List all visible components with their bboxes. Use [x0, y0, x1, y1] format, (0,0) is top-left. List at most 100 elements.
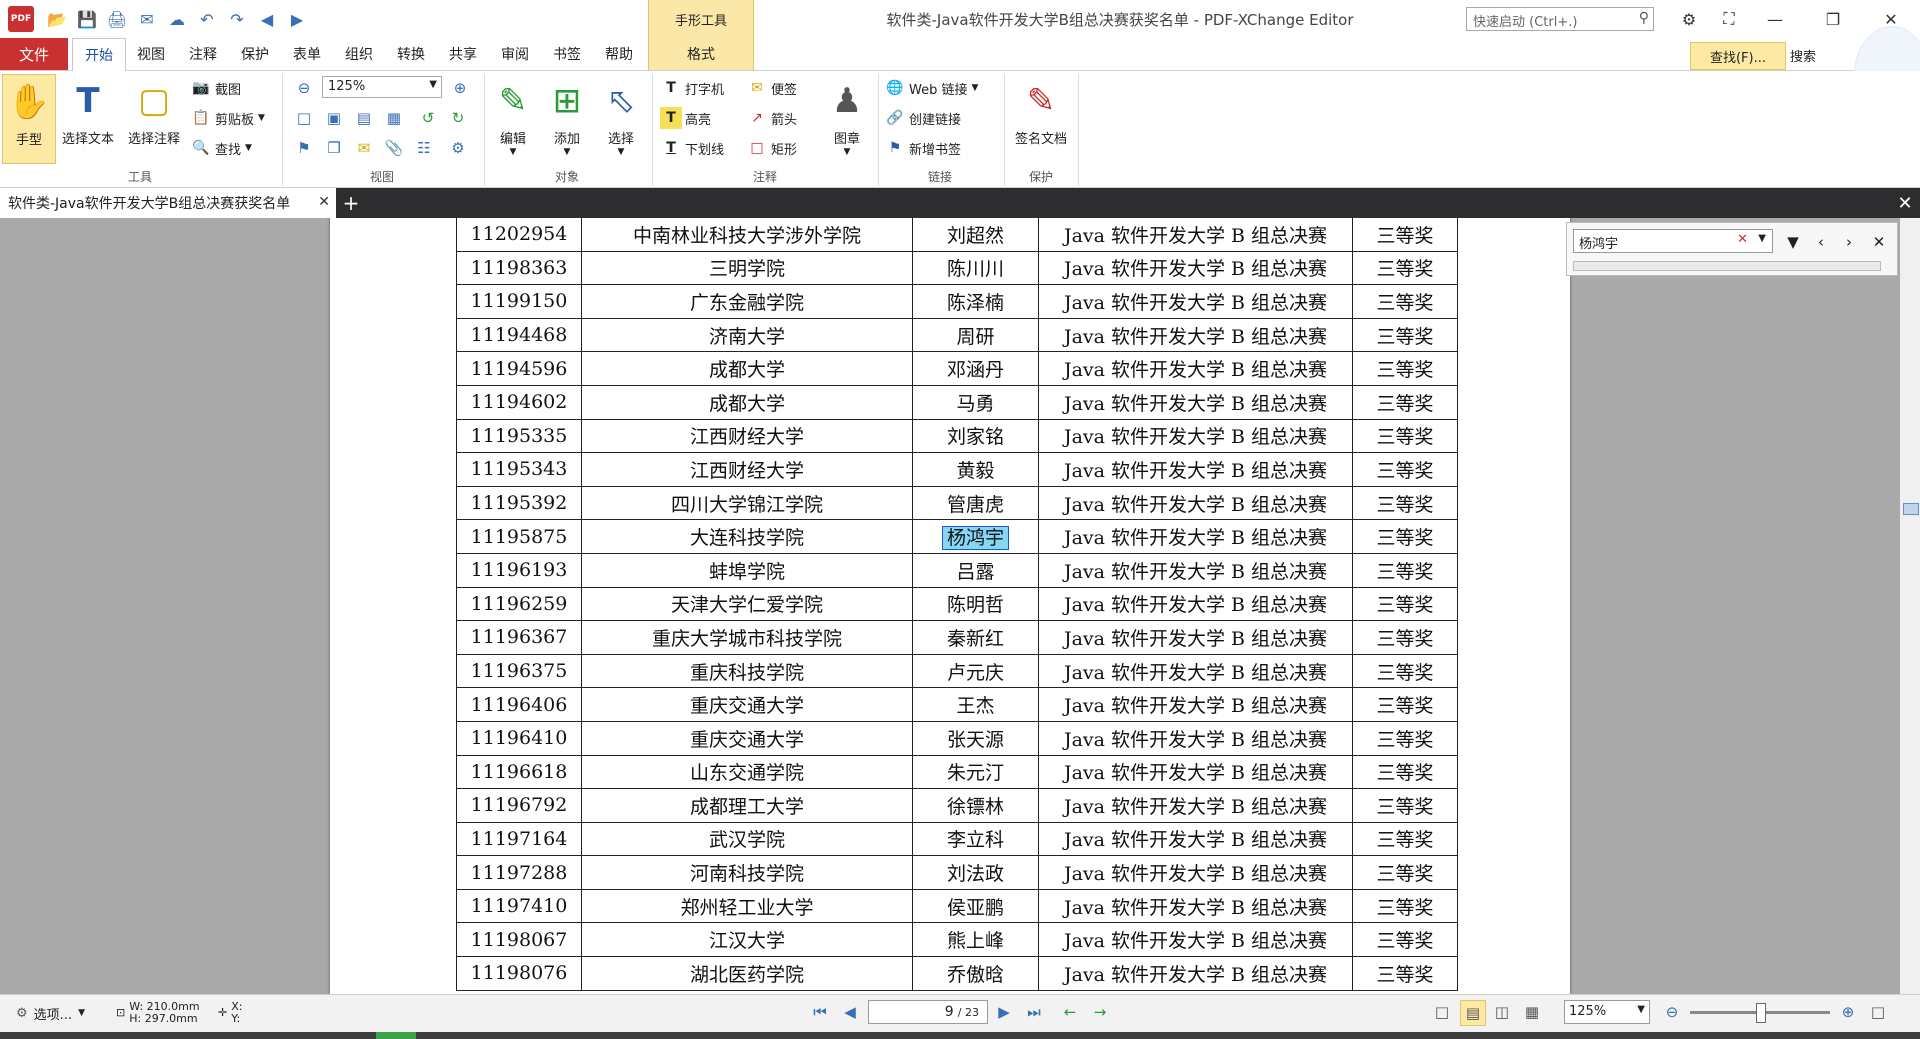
new-tab-icon[interactable]: + [338, 190, 364, 216]
rotate-right-icon[interactable]: ↻ [446, 106, 470, 130]
attachment-icon[interactable]: 📎 [382, 136, 406, 160]
last-page-icon[interactable]: ⏭ [1022, 1000, 1046, 1024]
forward-icon[interactable]: ▶ [284, 7, 310, 31]
zoom-in-icon[interactable]: ⊕ [1836, 1000, 1860, 1024]
scan-icon[interactable]: ☁ [164, 7, 190, 31]
close-find-icon[interactable]: ✕ [1867, 231, 1891, 253]
bookmark-icon[interactable]: ⚑ [292, 136, 316, 160]
edit-button[interactable]: ✎ 编辑 ▼ [488, 74, 538, 157]
zoom-slider-knob[interactable] [1756, 1003, 1766, 1023]
first-page-icon[interactable]: ⏮ [808, 1000, 832, 1024]
typewriter-button[interactable]: T 打字机 [660, 76, 724, 100]
fit-visible-icon[interactable]: ▦ [382, 106, 406, 130]
zoom-slider[interactable] [1690, 1003, 1830, 1023]
create-link-button[interactable]: 🔗 创建链接 [884, 106, 961, 130]
two-page-continuous-icon[interactable]: ▦ [1520, 1000, 1544, 1024]
email-icon[interactable]: ✉ [134, 7, 160, 31]
pages-icon[interactable]: ❐ [322, 136, 346, 160]
minimize-icon[interactable]: — [1752, 0, 1798, 38]
tab-organize[interactable]: 组织 [336, 38, 382, 70]
continuous-page-icon[interactable]: ▤ [1460, 1000, 1486, 1026]
zoom-out-icon[interactable]: ⊖ [292, 76, 316, 100]
tab-convert[interactable]: 转换 [388, 38, 434, 70]
find-button[interactable]: 查找(F)... [1690, 42, 1786, 70]
clipboard-button[interactable]: 📋 剪贴板 ▼ [190, 106, 265, 130]
tab-view[interactable]: 视图 [128, 38, 174, 70]
find-options-icon[interactable]: ▼ [1781, 231, 1805, 253]
back-view-icon[interactable]: ← [1058, 1000, 1082, 1024]
actual-size-icon[interactable]: □ [292, 106, 316, 130]
select-object-icon: ⬁ [606, 81, 636, 121]
close-tab-icon[interactable]: ✕ [318, 194, 330, 210]
two-page-icon[interactable]: ◫ [1490, 1000, 1514, 1024]
tab-share[interactable]: 共享 [440, 38, 486, 70]
find-tool-button[interactable]: 🔍 查找 ▼ [190, 136, 252, 160]
quick-launch-input[interactable]: 快速启动 (Ctrl+.) ⚲ [1466, 7, 1654, 31]
document-workspace[interactable]: 11202954 中南林业科技大学涉外学院 刘超然 Java 软件开发大学 B 组总决… [0, 218, 1920, 994]
rotate-left-icon[interactable]: ↺ [416, 106, 440, 130]
zoom-select[interactable]: 125% ▼ [322, 76, 442, 98]
tab-review[interactable]: 审阅 [492, 38, 538, 70]
stamp-button[interactable]: ♟ 图章 ▼ [822, 74, 872, 157]
search-button[interactable]: 搜索 [1790, 42, 1850, 68]
fullscreen-icon[interactable]: ⛶ [1706, 0, 1752, 38]
snapshot-button[interactable]: 📷 截图 [190, 76, 241, 100]
app-logo-icon[interactable]: PDF [8, 6, 34, 32]
save-icon[interactable]: 💾 [74, 7, 100, 31]
fit-width-icon[interactable]: ▤ [352, 106, 376, 130]
tab-comment[interactable]: 注释 [180, 38, 226, 70]
pdf-page[interactable]: 11202954 中南林业科技大学涉外学院 刘超然 Java 软件开发大学 B 组总决… [330, 218, 1570, 994]
redo-icon[interactable]: ↷ [224, 7, 250, 31]
highlight-button[interactable]: T 高亮 [660, 106, 711, 130]
select-text-button[interactable]: T 选择文本 [56, 74, 120, 147]
undo-icon[interactable]: ↶ [194, 7, 220, 31]
close-document-icon[interactable]: ✕ [1892, 190, 1918, 216]
page-number-input[interactable]: 9 / 23 [868, 1000, 988, 1024]
previous-page-icon[interactable]: ◀ [838, 1000, 862, 1024]
arrow-button[interactable]: ↗ 箭头 [746, 106, 797, 130]
find-input[interactable]: 杨鸿宇 ✕ ▼ [1573, 229, 1773, 253]
file-menu[interactable]: 文件 [0, 38, 68, 70]
tab-protect[interactable]: 保护 [232, 38, 278, 70]
open-folder-icon[interactable]: 📂 [44, 7, 70, 31]
restore-icon[interactable]: ❐ [1810, 0, 1856, 38]
back-icon[interactable]: ◀ [254, 7, 280, 31]
tab-format[interactable]: 格式 [648, 38, 754, 70]
select-annotation-button[interactable]: ▢ 选择注释 [122, 74, 186, 147]
find-previous-icon[interactable]: ‹ [1809, 231, 1833, 253]
clear-icon[interactable]: ✕ [1737, 232, 1748, 247]
next-page-icon[interactable]: ▶ [992, 1000, 1016, 1024]
comments-icon[interactable]: ✉ [352, 136, 376, 160]
fit-page-icon[interactable]: ▣ [322, 106, 346, 130]
add-button[interactable]: ⊞ 添加 ▼ [542, 74, 592, 157]
settings-icon[interactable]: ⚙ [446, 136, 470, 160]
full-screen-icon[interactable]: □ [1866, 1000, 1890, 1024]
scrollbar-thumb[interactable] [1903, 503, 1919, 515]
tab-help[interactable]: 帮助 [596, 38, 642, 70]
find-next-icon[interactable]: › [1837, 231, 1861, 253]
web-link-label: Web 链接 [909, 82, 968, 98]
tab-form[interactable]: 表单 [284, 38, 330, 70]
hand-tool-button[interactable]: ✋ 手型 [2, 74, 56, 164]
document-tab[interactable]: 软件类-Java软件开发大学B组总决赛获奖名单 ✕ [0, 188, 336, 218]
status-zoom-select[interactable]: 125% ▼ [1564, 1000, 1650, 1024]
single-page-icon[interactable]: □ [1430, 1000, 1454, 1024]
select-object-button[interactable]: ⬁ 选择 ▼ [596, 74, 646, 157]
zoom-out-icon[interactable]: ⊖ [1660, 1000, 1684, 1024]
properties-icon[interactable]: ☷ [412, 136, 436, 160]
web-link-button[interactable]: 🌐 Web 链接 ▼ [884, 76, 978, 100]
vertical-scrollbar[interactable] [1900, 218, 1920, 994]
zoom-in-icon[interactable]: ⊕ [448, 76, 472, 100]
sign-document-button[interactable]: ✎ 签名文档 [1008, 74, 1074, 147]
rectangle-button[interactable]: □ 矩形 [746, 136, 797, 160]
tab-bookmark[interactable]: 书签 [544, 38, 590, 70]
add-bookmark-button[interactable]: ⚑ 新增书签 [884, 136, 961, 160]
forward-view-icon[interactable]: → [1088, 1000, 1112, 1024]
note-button[interactable]: ✉ 便签 [746, 76, 797, 100]
chevron-down-icon[interactable]: ▼ [1758, 233, 1766, 244]
search-highlight[interactable]: 杨鸿宇 [941, 526, 1009, 551]
tab-home[interactable]: 开始 [72, 38, 126, 71]
options-button[interactable]: ⚙ 选项... ▼ [16, 998, 85, 1028]
underline-button[interactable]: T 下划线 [660, 136, 724, 160]
print-icon[interactable]: 🖨 [104, 7, 130, 31]
